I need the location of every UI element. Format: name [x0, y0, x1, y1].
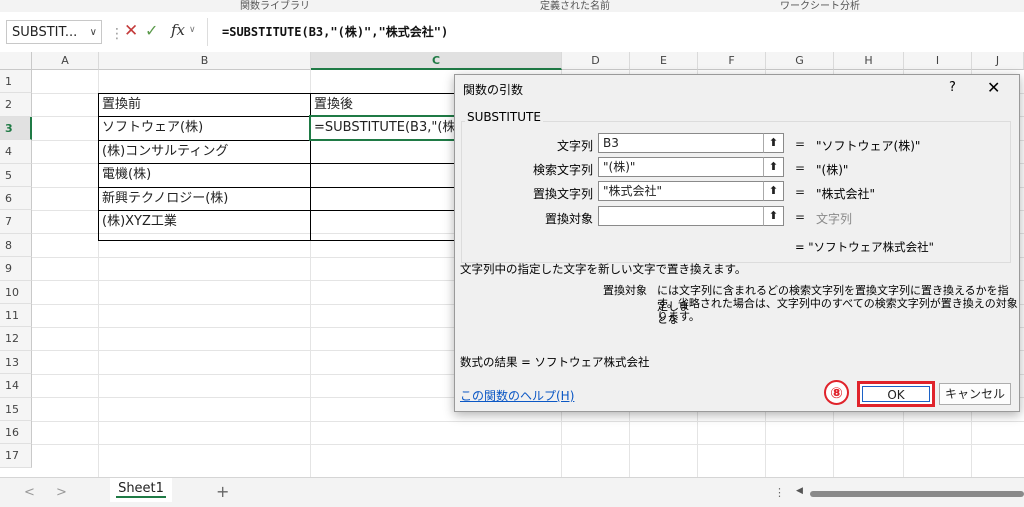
formula-input[interactable]: =SUBSTITUTE(B3,"(株)","株式会社")	[207, 18, 1022, 46]
arg-label-replace: 置換文字列	[532, 187, 593, 201]
column-header-h[interactable]: H	[834, 52, 904, 70]
row-header[interactable]: 8	[0, 233, 32, 258]
arg-input-replace[interactable]: "株式会社"	[598, 181, 776, 201]
equals-sign: =	[795, 161, 806, 175]
arg-help-name: 置換対象	[603, 284, 647, 297]
help-button[interactable]: ?	[949, 80, 956, 95]
row-header[interactable]: 5	[0, 163, 32, 187]
sheet-tab[interactable]: Sheet1	[110, 478, 172, 502]
function-help-link[interactable]: この関数のヘルプ(H)	[460, 387, 574, 404]
name-box[interactable]: SUBSTIT... ∨	[6, 20, 102, 44]
function-description: 文字列中の指定した文字を新しい文字で置き換えます。	[460, 262, 747, 276]
more-options-icon: ⋮	[110, 26, 124, 42]
arg-help-line: す。省略された場合は、文字列中のすべての検索文字列が置き換えの対象とな	[657, 297, 1018, 326]
column-header-e[interactable]: E	[630, 52, 698, 70]
name-box-value: SUBSTIT...	[12, 25, 78, 40]
cell-b2[interactable]: 置換前	[102, 93, 308, 116]
arg-input-instance[interactable]	[598, 206, 776, 226]
close-icon[interactable]: ✕	[987, 78, 1000, 97]
ribbon-group-label: 関数ライブラリ	[240, 1, 310, 12]
collapse-dialog-icon[interactable]: ⬆	[763, 157, 784, 177]
row-header[interactable]: 14	[0, 374, 32, 398]
arg-input-text[interactable]: B3	[598, 133, 776, 153]
chevron-down-icon[interactable]: ∨	[90, 21, 97, 45]
row-header[interactable]: 12	[0, 327, 32, 351]
add-sheet-icon[interactable]: +	[216, 482, 229, 501]
row-header[interactable]: 17	[0, 444, 32, 468]
dialog-title: 関数の引数	[463, 83, 524, 97]
equals-sign: =	[795, 185, 806, 199]
row-header[interactable]: 10	[0, 280, 32, 304]
scroll-left-icon[interactable]: ◀	[796, 486, 803, 496]
cell-b6[interactable]: 新興テクノロジー(株)	[102, 187, 308, 210]
arg-result-instance: 文字列	[816, 212, 853, 226]
chevron-right-icon[interactable]: >	[56, 485, 67, 500]
collapse-dialog-icon[interactable]: ⬆	[763, 181, 784, 201]
chevron-down-icon[interactable]: ∨	[189, 25, 196, 35]
collapse-dialog-icon[interactable]: ⬆	[763, 206, 784, 226]
horizontal-scrollbar-thumb[interactable]	[810, 491, 1024, 497]
row-header[interactable]: 4	[0, 140, 32, 164]
gridline	[32, 421, 1024, 422]
cell-c2[interactable]: 置換後	[314, 93, 454, 116]
column-header-b[interactable]: B	[99, 52, 311, 70]
overall-result: = "ソフトウェア株式会社"	[795, 240, 934, 254]
cancel-button[interactable]: キャンセル	[939, 383, 1011, 405]
cell-b3[interactable]: ソフトウェア(株)	[102, 116, 308, 139]
row-header[interactable]: 3	[0, 116, 32, 141]
active-cell-outline	[309, 115, 459, 141]
cell-b4[interactable]: (株)コンサルティング	[102, 140, 308, 163]
step-number-badge: ⑧	[824, 380, 849, 405]
formula-bar: SUBSTIT... ∨ ⋮ ✕ ✓ fx ∨ =SUBSTITUTE(B3,"…	[0, 12, 1024, 53]
select-all-corner[interactable]	[0, 52, 32, 70]
column-header-a[interactable]: A	[32, 52, 99, 70]
ribbon-group-label: 定義された名前	[540, 1, 610, 12]
cell-b7[interactable]: (株)XYZ工業	[102, 210, 308, 233]
column-header-j[interactable]: J	[972, 52, 1024, 70]
ok-button[interactable]: OK	[862, 386, 930, 402]
arg-label-text: 文字列	[556, 139, 593, 153]
arg-label-instance: 置換対象	[544, 212, 593, 226]
arg-result-text: "ソフトウェア(株)"	[816, 139, 921, 153]
formula-result: 数式の結果 = ソフトウェア株式会社	[460, 355, 650, 369]
row-header[interactable]: 15	[0, 397, 32, 421]
enter-icon[interactable]: ✓	[145, 21, 158, 40]
column-header-g[interactable]: G	[766, 52, 834, 70]
ok-button-highlight[interactable]: OK	[857, 381, 935, 407]
ribbon-group-label: ワークシート分析	[780, 1, 860, 12]
row-header[interactable]: 16	[0, 421, 32, 445]
row-header[interactable]: 7	[0, 210, 32, 234]
function-arguments-dialog: 関数の引数 ? ✕ SUBSTITUTE 文字列 B3 ⬆ = "ソフトウェア(…	[454, 74, 1020, 412]
cell-b5[interactable]: 電機(株)	[102, 163, 308, 186]
arg-label-find: 検索文字列	[532, 163, 593, 177]
gridline	[32, 444, 1024, 445]
row-header[interactable]: 13	[0, 350, 32, 375]
row-header[interactable]: 2	[0, 93, 32, 117]
row-header[interactable]: 6	[0, 187, 32, 211]
cancel-icon[interactable]: ✕	[124, 21, 138, 41]
arg-result-find: "(株)"	[816, 163, 849, 177]
row-header[interactable]: 9	[0, 257, 32, 281]
column-header-d[interactable]: D	[562, 52, 630, 70]
row-header[interactable]: 11	[0, 304, 32, 328]
collapse-dialog-icon[interactable]: ⬆	[763, 133, 784, 153]
column-header-i[interactable]: I	[904, 52, 972, 70]
column-header-f[interactable]: F	[698, 52, 766, 70]
column-header-c[interactable]: C	[311, 52, 562, 70]
chevron-left-icon[interactable]: <	[24, 485, 35, 500]
function-name: SUBSTITUTE	[465, 110, 543, 124]
more-options-icon[interactable]: ⋮	[774, 486, 785, 499]
equals-sign: =	[795, 137, 806, 151]
arg-result-replace: "株式会社"	[816, 187, 876, 201]
sheet-tab-bar: < > Sheet1 + ⋮ ◀	[0, 477, 1024, 507]
arg-input-find[interactable]: "(株)"	[598, 157, 776, 177]
equals-sign: =	[795, 210, 806, 224]
row-header[interactable]: 1	[0, 70, 32, 94]
sheet-tab-label: Sheet1	[116, 481, 166, 498]
insert-function-icon[interactable]: fx	[171, 21, 185, 39]
arg-help-line: ります。	[657, 310, 700, 323]
